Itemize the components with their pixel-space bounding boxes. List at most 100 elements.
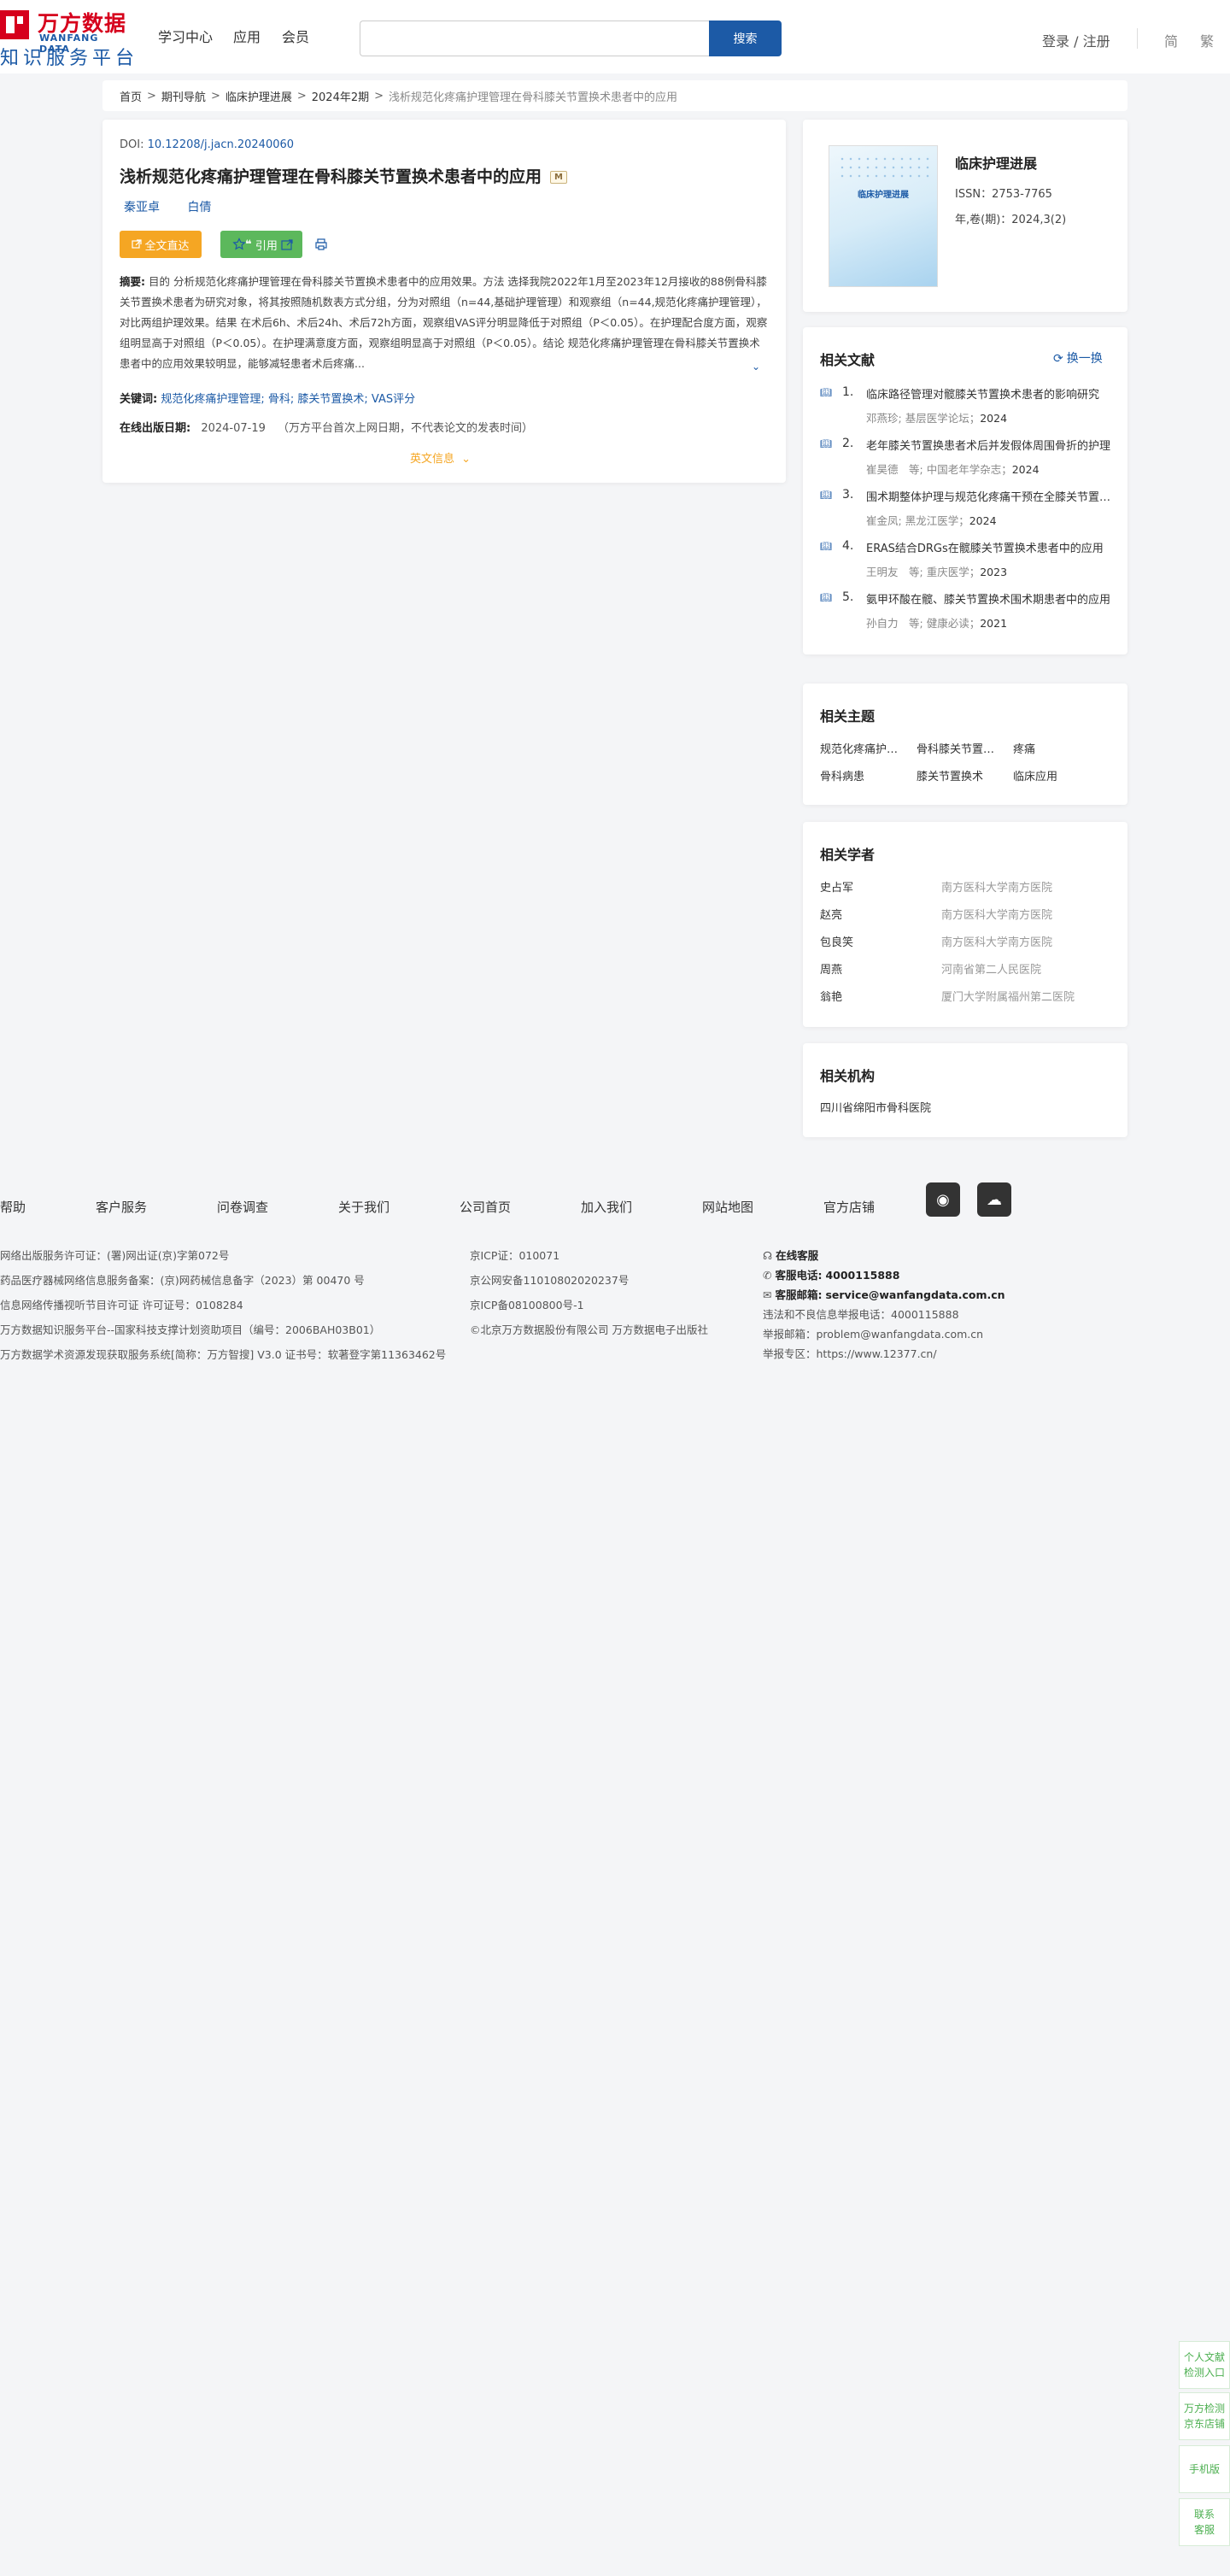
nav-membership[interactable]: 会员 — [282, 26, 309, 46]
favorite-star-icon[interactable] — [231, 236, 248, 253]
print-icon[interactable] — [313, 236, 330, 253]
book-icon: 📖︎ — [820, 438, 832, 449]
doc-title[interactable]: 老年膝关节置换患者术后并发假体周围骨折的护理 — [866, 437, 1114, 453]
breadcrumb-journal-nav[interactable]: 期刊导航 — [161, 88, 206, 104]
breadcrumb-issue[interactable]: 2024年2期 — [312, 88, 369, 104]
org-link[interactable]: 四川省绵阳市骨科医院 — [820, 1099, 931, 1115]
side-contact-service[interactable]: 联系客服 — [1179, 2498, 1230, 2546]
footer-icp[interactable]: 京公网安备11010802020237号 — [470, 1271, 629, 1288]
lang-simplified[interactable]: 简 — [1164, 30, 1178, 50]
scholar-name[interactable]: 包良笑 — [820, 933, 853, 949]
keywords-links[interactable]: 规范化疼痛护理管理; 骨科; 膝关节置换术; VAS评分 — [161, 393, 415, 406]
doc-title[interactable]: 围术期整体护理与规范化疼痛干预在全膝关节置换中的应用 — [866, 488, 1114, 504]
article-title: 浅析规范化疼痛护理管理在骨科膝关节置换术患者中的应用 M — [120, 164, 567, 187]
related-orgs-title: 相关机构 — [820, 1068, 876, 1084]
side-mobile[interactable]: 手机版 — [1179, 2445, 1230, 2493]
footer-nav-about[interactable]: 关于我们 — [338, 1198, 390, 1216]
mail-icon: ✉ — [763, 1288, 772, 1301]
breadcrumb-home[interactable]: 首页 — [120, 88, 142, 104]
doc-title[interactable]: 临床路径管理对髋膝关节置换术患者的影响研究 — [866, 385, 1114, 402]
doc-year: 2024 — [969, 514, 997, 527]
author-link[interactable]: 白倩 — [187, 201, 211, 214]
footer-nav-company-home[interactable]: 公司首页 — [460, 1198, 511, 1216]
footer-nav-customer-service[interactable]: 客户服务 — [96, 1198, 147, 1216]
article-title-text: 浅析规范化疼痛护理管理在骨科膝关节置换术患者中的应用 — [120, 167, 542, 186]
keywords-label: 关键词: — [120, 393, 158, 406]
scholar-name[interactable]: 周燕 — [820, 960, 842, 977]
abstract: 摘要: 目的 分析规范化疼痛护理管理在骨科膝关节置换术患者中的应用效果。方法 选… — [120, 272, 769, 378]
doi-line: DOI: 10.12208/j.jacn.20240060 — [120, 138, 294, 151]
search-input[interactable] — [360, 21, 710, 56]
lang-traditional[interactable]: 繁 — [1200, 30, 1214, 50]
book-icon: 📖︎ — [820, 541, 832, 552]
topic-link[interactable]: 临床应用 — [1013, 767, 1098, 783]
refresh-icon: ⟳ — [1053, 352, 1063, 366]
nav-apps[interactable]: 应用 — [233, 26, 261, 46]
scholar-name[interactable]: 翁艳 — [820, 988, 842, 1004]
abstract-text: 目的 分析规范化疼痛护理管理在骨科膝关节置换术患者中的应用效果。方法 选择我院2… — [120, 275, 768, 370]
refresh-button[interactable]: ⟳ 换一换 — [1053, 349, 1103, 367]
search-button[interactable]: 搜索 — [709, 21, 782, 56]
weibo-icon[interactable]: ◉ — [926, 1182, 960, 1217]
journal-name[interactable]: 临床护理进展 — [955, 152, 1037, 173]
fulltext-label: 全文直达 — [144, 239, 190, 253]
footer-report-area[interactable]: 举报专区：https://www.12377.cn/ — [763, 1345, 937, 1361]
footer-icp[interactable]: 京ICP备08100800号-1 — [470, 1296, 584, 1312]
doc-meta: 崔金凤; 黑龙江医学；2024 — [866, 512, 997, 528]
doc-title[interactable]: 氨甲环酸在髋、膝关节置换术围术期患者中的应用 — [866, 590, 1114, 607]
scholar-name[interactable]: 史占军 — [820, 878, 853, 895]
email-label: 客服邮箱: — [775, 1288, 823, 1301]
footer-nav-survey[interactable]: 问卷调查 — [217, 1198, 268, 1216]
side-jd-store[interactable]: 万方检测京东店铺 — [1179, 2392, 1230, 2440]
double-chevron-down-icon: ⌄ — [461, 453, 472, 466]
footer-nav-help[interactable]: 帮助 — [0, 1198, 26, 1216]
doc-year: 2023 — [980, 566, 1008, 578]
doc-num: 2. — [842, 437, 854, 450]
journal-cover-image[interactable]: 临床护理进展 — [829, 145, 938, 287]
footer: 帮助 客户服务 问卷调查 关于我们 公司首页 加入我们 网站地图 官方店铺 ◉ … — [0, 1155, 1230, 2576]
topic-link[interactable]: 规范化疼痛护理管理 — [820, 740, 905, 756]
email-value[interactable]: service@wanfangdata.com.cn — [825, 1288, 1004, 1301]
doc-year: 2021 — [980, 617, 1008, 630]
footer-online-service[interactable]: ☊ 在线客服 — [763, 1247, 818, 1263]
footer-nav-sitemap[interactable]: 网站地图 — [702, 1198, 753, 1216]
login-register-link[interactable]: 登录 / 注册 — [1042, 30, 1110, 50]
topic-link[interactable]: 膝关节置换术 — [917, 767, 1002, 783]
cite-label: 引用 — [255, 239, 278, 253]
english-info-toggle[interactable]: 英文信息 ⌄ — [410, 449, 471, 466]
doi-link[interactable]: 10.12208/j.jacn.20240060 — [148, 138, 294, 151]
topic-link[interactable]: 骨科病患 — [820, 767, 905, 783]
footer-license: 网络出版服务许可证：(署)网出证(京)字第072号 — [0, 1249, 230, 1262]
scholar-name[interactable]: 赵亮 — [820, 906, 842, 922]
footer-nav-official-store[interactable]: 官方店铺 — [823, 1198, 875, 1216]
related-topics-title: 相关主题 — [820, 708, 876, 725]
topic-link[interactable]: 骨科膝关节置换术 — [917, 740, 1002, 756]
fulltext-button[interactable]: 全文直达 — [120, 231, 202, 258]
scholar-org: 河南省第二人民医院 — [941, 964, 1042, 977]
doi-label: DOI: — [120, 138, 144, 151]
breadcrumb-journal[interactable]: 临床护理进展 — [226, 88, 292, 104]
doc-title[interactable]: ERAS结合DRGs在髋膝关节置换术患者中的应用 — [866, 539, 1114, 555]
doc-source: 中国老年学杂志； — [926, 463, 1012, 476]
wechat-icon[interactable]: ☁ — [977, 1182, 1011, 1217]
expand-abstract-chevron-icon[interactable]: ⌄ — [752, 361, 760, 373]
wanfang-logo[interactable]: 万方数据 WANFANG DATA 知识服务平台 — [0, 7, 134, 69]
footer-icp: ©北京万方数据股份有限公司 万方数据电子出版社 — [470, 1323, 708, 1336]
doc-source: 黑龙江医学； — [905, 514, 969, 527]
article-card: DOI: 10.12208/j.jacn.20240060 浅析规范化疼痛护理管… — [102, 120, 786, 483]
footer-nav-join[interactable]: 加入我们 — [581, 1198, 632, 1216]
pubdate-value: 2024-07-19 — [201, 422, 266, 435]
nav-learning-center[interactable]: 学习中心 — [158, 26, 213, 46]
topic-link[interactable]: 疼痛 — [1013, 740, 1098, 756]
related-docs-title: 相关文献 — [820, 352, 876, 368]
scholar-org: 南方医科大学南方医院 — [941, 882, 1053, 895]
side-paper-check[interactable]: 个人文献检测入口 — [1179, 2341, 1230, 2389]
share-icon[interactable] — [278, 236, 296, 253]
phone-icon: ✆ — [763, 1269, 772, 1282]
doc-num: 5. — [842, 590, 854, 604]
related-scholars-title: 相关学者 — [820, 847, 876, 863]
author-link[interactable]: 秦亚卓 — [124, 201, 160, 214]
doc-meta: 孙自力 等; 健康必读；2021 — [866, 614, 1007, 631]
journal-issn: ISSN：2753-7765 — [955, 188, 1052, 201]
doc-source: 健康必读； — [926, 617, 981, 630]
